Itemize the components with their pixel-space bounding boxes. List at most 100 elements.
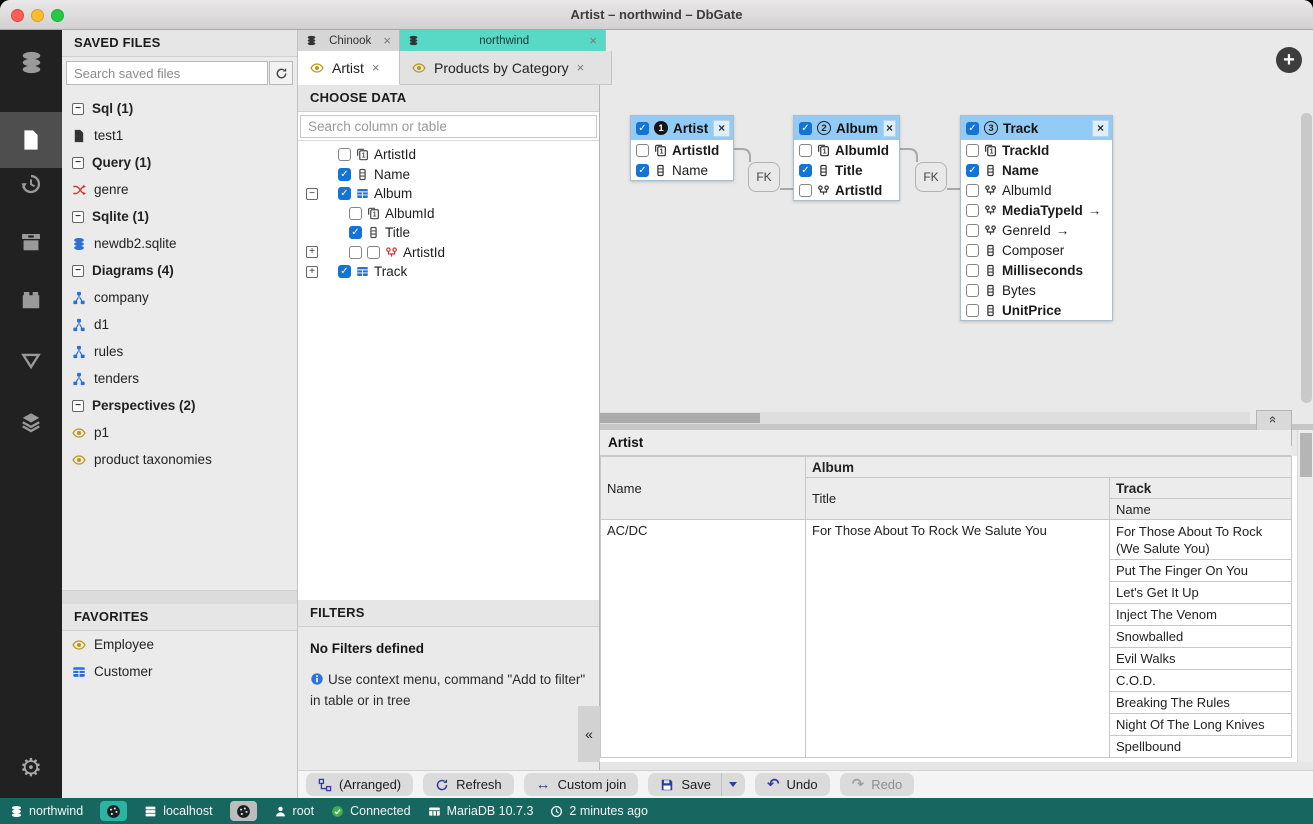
table-card-header[interactable]: 2Album bbox=[794, 116, 899, 140]
checkbox-checked[interactable] bbox=[349, 226, 362, 239]
close-table-icon[interactable] bbox=[713, 120, 730, 137]
file-tab[interactable]: Artist bbox=[298, 51, 400, 85]
cell-artist-name[interactable]: AC/DC bbox=[601, 520, 806, 758]
activity-item-archive[interactable] bbox=[0, 229, 62, 255]
designer-column-row[interactable]: ArtistId bbox=[631, 140, 733, 160]
close-table-icon[interactable] bbox=[1092, 120, 1109, 137]
designer-column-row[interactable]: AlbumId bbox=[794, 140, 899, 160]
saved-file-item[interactable]: rules bbox=[62, 338, 297, 365]
fk-join-badge[interactable]: FK bbox=[748, 162, 780, 192]
column-group-track[interactable]: Track bbox=[1110, 478, 1292, 499]
designer-table-track[interactable]: 3TrackTrackIdNameAlbumIdMediaTypeIdGenre… bbox=[960, 115, 1113, 321]
database-color-badge[interactable] bbox=[230, 801, 257, 821]
cell-track-name[interactable]: Inject The Venom bbox=[1110, 604, 1292, 626]
tree-expander-icon[interactable] bbox=[306, 188, 318, 200]
tree-item-albumid[interactable]: AlbumId bbox=[298, 204, 599, 224]
cell-track-name[interactable]: Snowballed bbox=[1110, 626, 1292, 648]
checkbox-unchecked[interactable] bbox=[349, 207, 362, 220]
activity-item-history[interactable] bbox=[0, 171, 62, 197]
arranged-button[interactable]: (Arranged) bbox=[306, 773, 413, 796]
tree-expander-icon[interactable] bbox=[306, 246, 318, 258]
database-color-badge[interactable] bbox=[100, 801, 127, 821]
status-item[interactable]: localhost bbox=[144, 804, 212, 818]
table-card-header[interactable]: 3Track bbox=[961, 116, 1112, 140]
checkbox-checked[interactable] bbox=[799, 164, 812, 177]
status-item[interactable]: Connected bbox=[331, 804, 410, 818]
activity-item-layers[interactable] bbox=[0, 409, 62, 435]
checkbox-unchecked[interactable] bbox=[966, 264, 979, 277]
grid-horizontal-scrollbar[interactable] bbox=[600, 762, 1313, 770]
designer-table-artist[interactable]: 1ArtistArtistIdName bbox=[630, 115, 734, 181]
undo-button[interactable]: ↶Undo bbox=[755, 773, 830, 796]
close-tab-icon[interactable] bbox=[372, 61, 380, 74]
saved-file-item[interactable]: company bbox=[62, 284, 297, 311]
collapse-expander-icon[interactable] bbox=[72, 265, 84, 277]
tree-item-artistid[interactable]: ArtistId bbox=[298, 243, 599, 263]
checkbox-unchecked[interactable] bbox=[966, 244, 979, 257]
tree-item-album[interactable]: Album bbox=[298, 184, 599, 204]
saved-file-item[interactable]: p1 bbox=[62, 419, 297, 446]
column-search-input[interactable] bbox=[300, 115, 597, 138]
checkbox-checked[interactable] bbox=[636, 122, 649, 135]
tree-item-track[interactable]: Track bbox=[298, 262, 599, 282]
cell-track-name[interactable]: Put The Finger On You bbox=[1110, 560, 1292, 582]
designer-column-row[interactable]: MediaTypeId bbox=[961, 200, 1112, 220]
checkbox-checked[interactable] bbox=[338, 265, 351, 278]
checkbox-unchecked[interactable] bbox=[966, 144, 979, 157]
favorite-item[interactable]: Employee bbox=[62, 631, 297, 658]
close-tab-icon[interactable] bbox=[577, 61, 585, 74]
fk-navigate-icon[interactable] bbox=[1088, 203, 1102, 218]
checkbox-unchecked[interactable] bbox=[966, 204, 979, 217]
column-header-track-name[interactable]: Name bbox=[1110, 499, 1292, 520]
checkbox-checked[interactable] bbox=[338, 168, 351, 181]
cell-track-name[interactable]: Evil Walks bbox=[1110, 648, 1292, 670]
cell-track-name[interactable]: Spellbound bbox=[1110, 736, 1292, 758]
cell-track-name[interactable]: C.O.D. bbox=[1110, 670, 1292, 692]
save-options-dropdown[interactable] bbox=[721, 773, 745, 796]
favorite-item[interactable]: Customer bbox=[62, 658, 297, 685]
checkbox-unchecked[interactable] bbox=[636, 144, 649, 157]
database-tab-northwind[interactable]: northwind bbox=[400, 30, 606, 51]
column-group-album[interactable]: Album bbox=[806, 457, 1292, 478]
checkbox-checked[interactable] bbox=[966, 122, 979, 135]
favorites-splitter[interactable] bbox=[62, 590, 297, 604]
file-tab[interactable]: Products by Category bbox=[400, 51, 612, 85]
cell-track-name[interactable]: For Those About To Rock (We Salute You) bbox=[1110, 520, 1292, 560]
designer-column-row[interactable]: Name bbox=[631, 160, 733, 180]
checkbox-unchecked[interactable] bbox=[966, 284, 979, 297]
saved-file-item[interactable]: newdb2.sqlite bbox=[62, 230, 297, 257]
checkbox-unchecked[interactable] bbox=[799, 144, 812, 157]
tree-item-artistid[interactable]: ArtistId bbox=[298, 145, 599, 165]
refresh-files-button[interactable] bbox=[269, 61, 293, 85]
checkbox-checked[interactable] bbox=[338, 187, 351, 200]
designer-column-row[interactable]: Title bbox=[794, 160, 899, 180]
cell-track-name[interactable]: Night Of The Long Knives bbox=[1110, 714, 1292, 736]
saved-files-group[interactable]: Query (1) bbox=[62, 149, 297, 176]
checkbox-unchecked[interactable] bbox=[966, 304, 979, 317]
saved-file-item[interactable]: product taxonomies bbox=[62, 446, 297, 473]
status-item[interactable]: MariaDB 10.7.3 bbox=[428, 804, 534, 818]
collapse-expander-icon[interactable] bbox=[72, 103, 84, 115]
status-item[interactable]: 2 minutes ago bbox=[550, 804, 648, 818]
designer-column-row[interactable]: TrackId bbox=[961, 140, 1112, 160]
checkbox-checked[interactable] bbox=[636, 164, 649, 177]
designer-column-row[interactable]: Milliseconds bbox=[961, 260, 1112, 280]
redo-button[interactable]: ↷Redo bbox=[840, 773, 915, 796]
checkbox-checked[interactable] bbox=[966, 164, 979, 177]
checkbox-unchecked[interactable] bbox=[799, 184, 812, 197]
checkbox-unchecked[interactable] bbox=[338, 148, 351, 161]
saved-file-item[interactable]: genre bbox=[62, 176, 297, 203]
designer-column-row[interactable]: GenreId bbox=[961, 220, 1112, 240]
designer-column-row[interactable]: Bytes bbox=[961, 280, 1112, 300]
collapse-expander-icon[interactable] bbox=[72, 157, 84, 169]
designer-column-row[interactable]: Name bbox=[961, 160, 1112, 180]
tree-item-title[interactable]: Title bbox=[298, 223, 599, 243]
status-item[interactable]: northwind bbox=[10, 804, 83, 818]
cell-track-name[interactable]: Let's Get It Up bbox=[1110, 582, 1292, 604]
activity-item-triangle[interactable] bbox=[0, 348, 62, 374]
activity-item-book[interactable] bbox=[0, 287, 62, 313]
collapse-all-button[interactable] bbox=[1257, 411, 1291, 428]
fk-navigate-icon[interactable] bbox=[1056, 223, 1070, 238]
activity-item-file[interactable] bbox=[0, 127, 62, 153]
designer-column-row[interactable]: Composer bbox=[961, 240, 1112, 260]
